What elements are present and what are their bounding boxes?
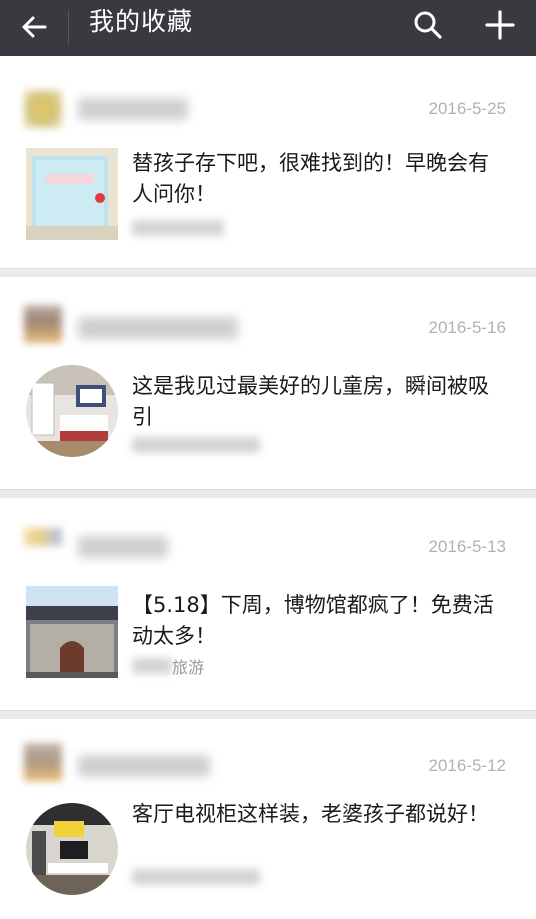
date-label: 2016-5-13 [428, 537, 506, 556]
source-blur [132, 658, 172, 674]
item-separator [0, 489, 536, 498]
source-label [132, 869, 260, 885]
living-room-image [26, 803, 118, 895]
item-title: 客厅电视柜这样装，老婆孩子都说好！ [132, 802, 489, 826]
item-separator [0, 710, 536, 719]
search-icon [414, 11, 442, 39]
avatar [24, 305, 62, 343]
title-divider [68, 10, 69, 44]
kids-room-image [26, 365, 118, 457]
date-label: 2016-5-25 [428, 99, 506, 118]
list-item[interactable]: 2016-5-16 这是我见过最美好的儿童房，瞬间被吸引 [0, 277, 536, 489]
title-bar: 我的收藏 [0, 0, 536, 56]
author-name [78, 317, 238, 339]
list-item[interactable]: 2016-5-13 【5.18】下周，博物馆都疯了！免费活动太多！ 旅游 [0, 498, 536, 710]
page-title: 我的收藏 [89, 7, 194, 36]
plus-icon [485, 10, 515, 40]
thumbnail-image [26, 586, 118, 678]
date-label: 2016-5-16 [428, 318, 506, 337]
avatar [24, 743, 62, 781]
item-title: 替孩子存下吧，很难找到的！早晚会有人问你！ [132, 151, 489, 206]
source-label [132, 220, 224, 236]
item-separator [0, 268, 536, 277]
thumbnail-image [26, 365, 118, 457]
avatar [24, 528, 62, 546]
item-title: 这是我见过最美好的儿童房，瞬间被吸引 [132, 374, 489, 429]
notebook-image [26, 148, 118, 240]
avatar [24, 90, 62, 128]
search-button[interactable] [408, 5, 448, 45]
museum-image [26, 586, 118, 678]
author-name [78, 98, 188, 120]
thumbnail-image [26, 148, 118, 240]
source-label: 旅游 [172, 658, 205, 677]
list-item[interactable]: 2016-5-12 客厅电视柜这样装，老婆孩子都说好！ [0, 719, 536, 919]
list-item[interactable]: 2016-5-25 替孩子存下吧，很难找到的！早晚会有人问你！ [0, 56, 536, 268]
author-name [78, 536, 168, 558]
author-name [78, 755, 210, 777]
item-title: 【5.18】下周，博物馆都疯了！免费活动太多！ [132, 593, 494, 648]
source-label [132, 437, 260, 453]
date-label: 2016-5-12 [428, 756, 506, 775]
thumbnail-image [26, 803, 118, 895]
back-button[interactable] [14, 7, 54, 47]
back-arrow-icon [22, 16, 47, 38]
add-button[interactable] [478, 5, 522, 45]
